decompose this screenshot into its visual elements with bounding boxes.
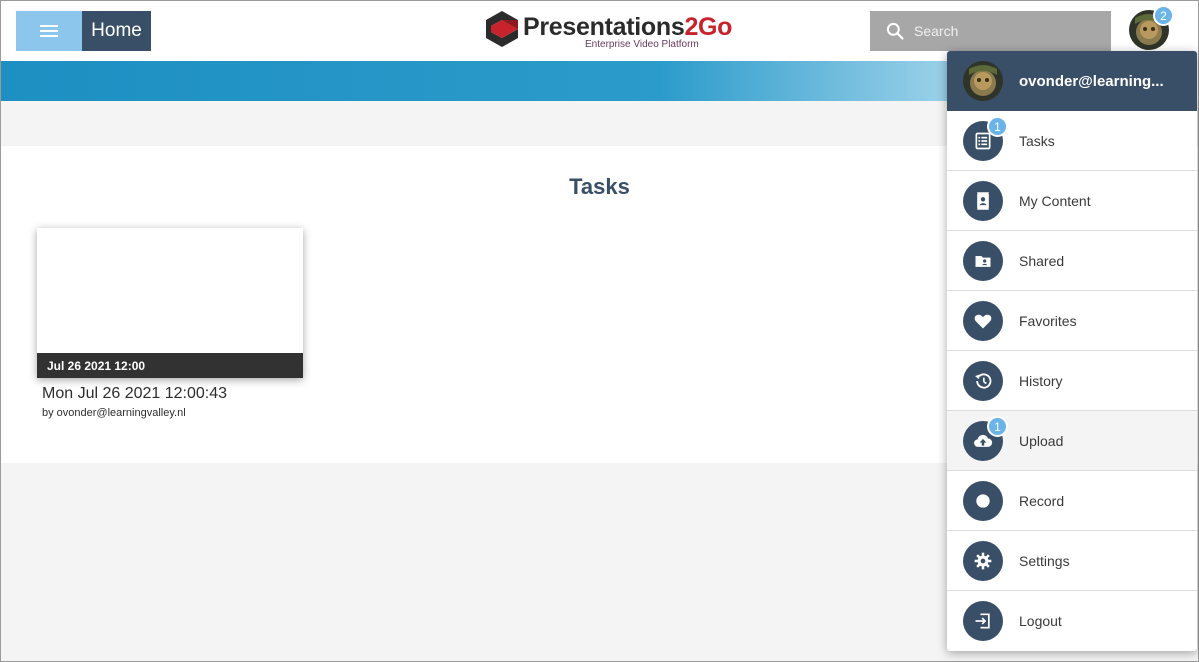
menu-item-label: Favorites	[1019, 312, 1077, 329]
menu-item-upload[interactable]: 1 Upload	[947, 411, 1197, 471]
menu-item-label: Shared	[1019, 252, 1065, 269]
tasks-badge: 1	[987, 116, 1008, 137]
search-input[interactable]	[914, 23, 1094, 39]
logo-cube-icon	[486, 11, 518, 47]
user-dropdown-menu: ovonder@learning... 1 Tasks My Content S…	[947, 51, 1197, 651]
task-card-thumbnail[interactable]: Jul 26 2021 12:00	[37, 228, 303, 378]
logo-wordmark: Presentations2Go	[523, 13, 732, 42]
menu-item-label: History	[1019, 372, 1063, 389]
home-button[interactable]: Home	[82, 11, 151, 51]
logout-icon	[963, 601, 1003, 641]
hamburger-menu-icon	[40, 25, 58, 27]
logo-subtitle: Enterprise Video Platform	[585, 39, 699, 50]
menu-item-favorites[interactable]: Favorites	[947, 291, 1197, 351]
upload-badge: 1	[987, 416, 1008, 437]
menu-item-settings[interactable]: Settings	[947, 531, 1197, 591]
presentations2go-logo[interactable]: Presentations2Go Enterprise Video Platfo…	[485, 9, 732, 51]
menu-item-record[interactable]: Record	[947, 471, 1197, 531]
dropdown-avatar	[963, 61, 1003, 101]
record-icon	[963, 480, 1003, 521]
menu-item-shared[interactable]: Shared	[947, 231, 1197, 291]
search-icon[interactable]	[885, 21, 905, 41]
search-bar[interactable]	[870, 11, 1111, 51]
task-title[interactable]: Mon Jul 26 2021 12:00:43	[42, 385, 227, 403]
menu-item-my-content[interactable]: My Content	[947, 171, 1197, 231]
task-card-date: Jul 26 2021 12:00	[37, 353, 303, 378]
menu-item-logout[interactable]: Logout	[947, 591, 1197, 651]
menu-item-tasks[interactable]: 1 Tasks	[947, 111, 1197, 171]
avatar-photo-icon	[963, 61, 1003, 101]
dropdown-user-header: ovonder@learning...	[947, 51, 1197, 111]
hamburger-menu-button[interactable]	[16, 11, 82, 51]
dropdown-username: ovonder@learning...	[1019, 72, 1164, 90]
logo-text-accent: 2Go	[684, 13, 733, 41]
hamburger-menu-icon-bar	[40, 30, 58, 32]
task-byline: by ovonder@learningvalley.nl	[42, 407, 186, 419]
menu-item-label: Tasks	[1019, 132, 1055, 149]
gear-icon	[963, 540, 1003, 581]
hamburger-menu-icon-bar	[40, 35, 58, 37]
menu-item-history[interactable]: History	[947, 351, 1197, 411]
menu-item-label: Settings	[1019, 552, 1070, 569]
logo-text-main: Presentations	[523, 13, 685, 41]
menu-item-label: Logout	[1019, 613, 1062, 629]
contact-card-icon	[963, 180, 1003, 221]
menu-item-label: Record	[1019, 492, 1065, 509]
menu-item-label: My Content	[1019, 192, 1091, 209]
menu-item-label: Upload	[1019, 432, 1064, 449]
notification-badge: 2	[1153, 5, 1174, 26]
shared-folder-icon	[963, 240, 1003, 281]
history-icon	[963, 360, 1003, 401]
heart-icon	[963, 300, 1003, 341]
